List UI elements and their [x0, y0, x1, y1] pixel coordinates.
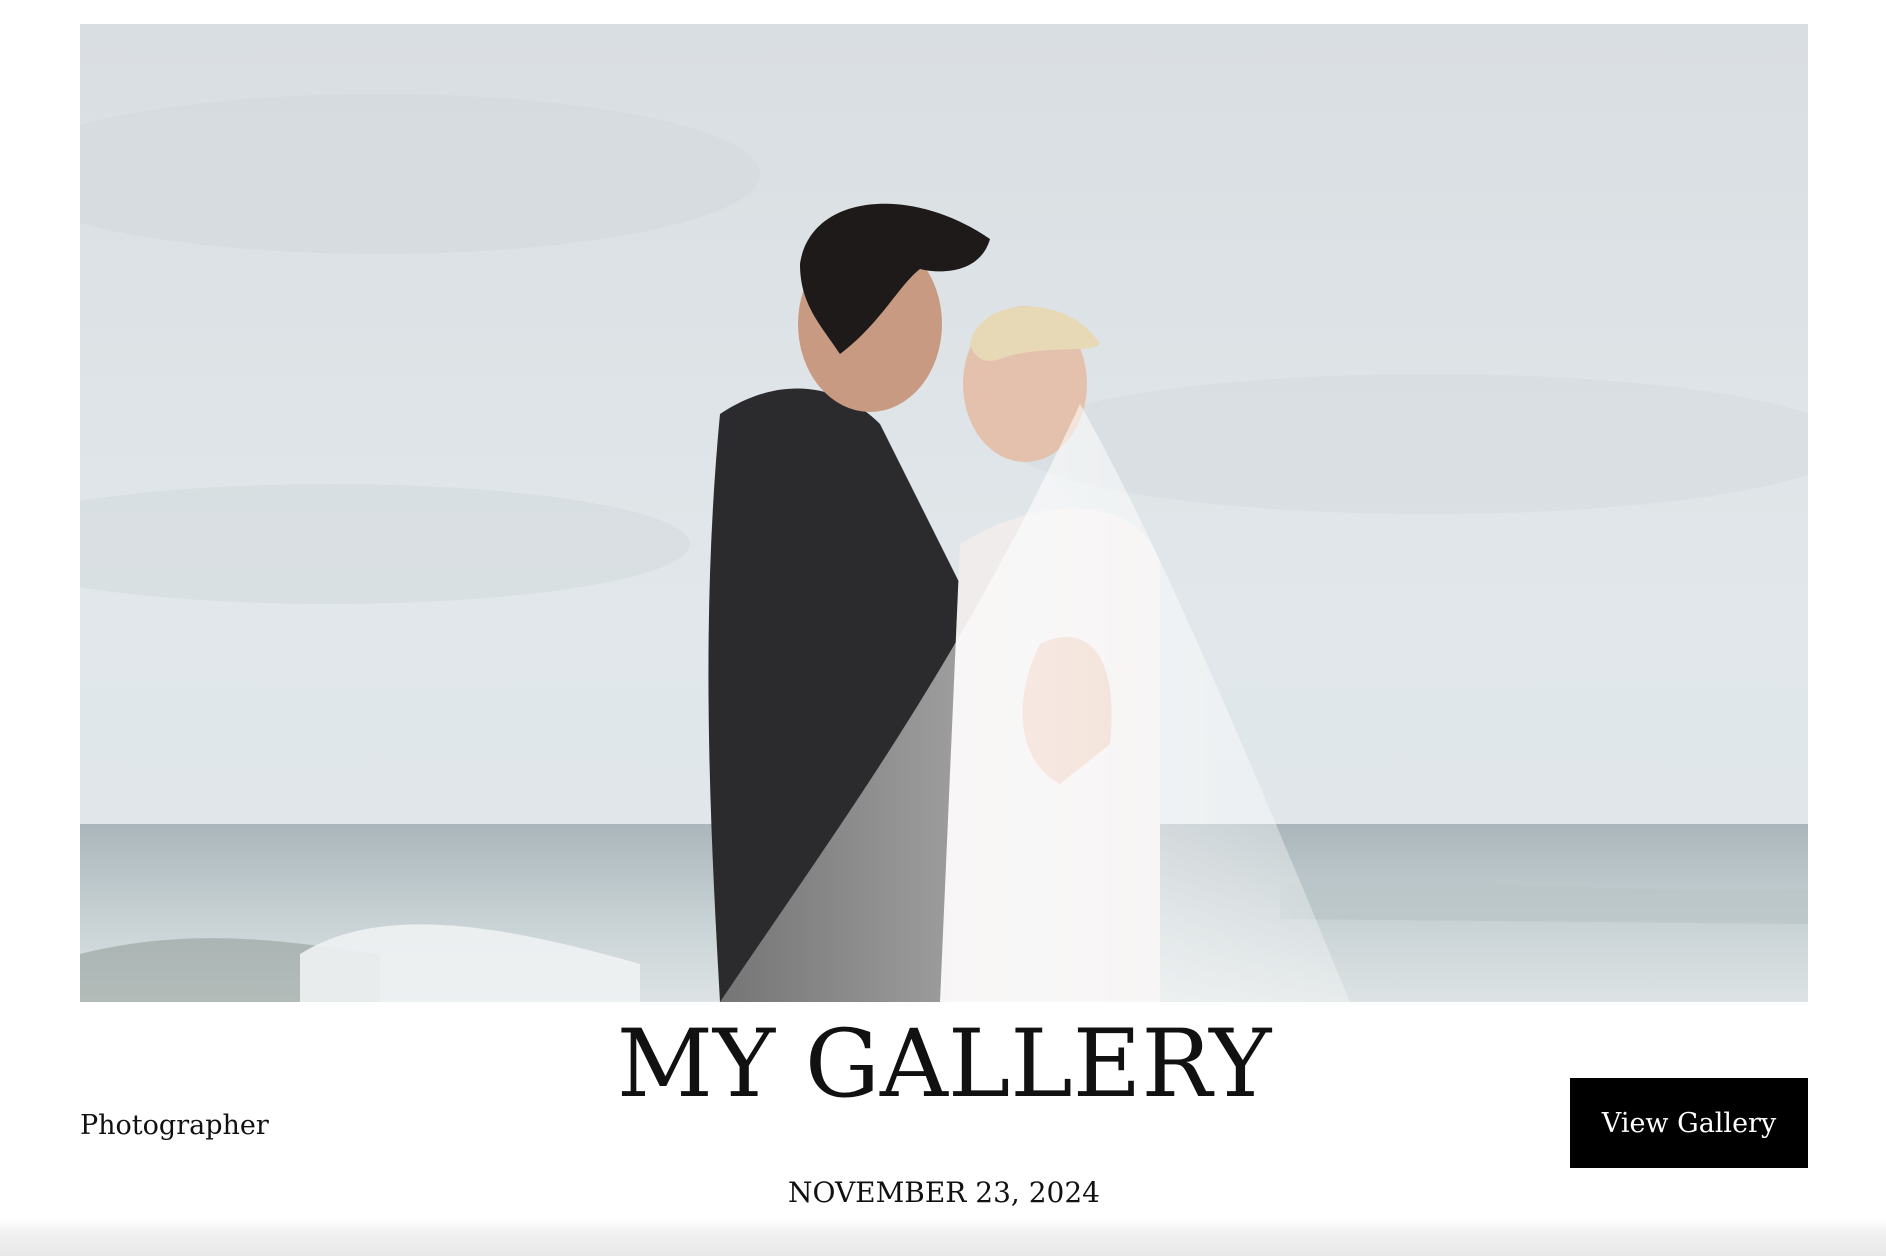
- gallery-title: MY GALLERY: [616, 1010, 1272, 1119]
- photographer-label: Photographer: [80, 1110, 269, 1141]
- wedding-photo: [80, 24, 1808, 1002]
- gallery-footer: Photographer MY GALLERY NOVEMBER 23, 202…: [80, 1002, 1808, 1217]
- page-bottom-edge: [0, 1218, 1886, 1256]
- view-gallery-button[interactable]: View Gallery: [1570, 1078, 1808, 1168]
- hero-photo: [80, 24, 1808, 1002]
- gallery-date: NOVEMBER 23, 2024: [788, 1176, 1100, 1209]
- gallery-page: Photographer MY GALLERY NOVEMBER 23, 202…: [0, 0, 1886, 1256]
